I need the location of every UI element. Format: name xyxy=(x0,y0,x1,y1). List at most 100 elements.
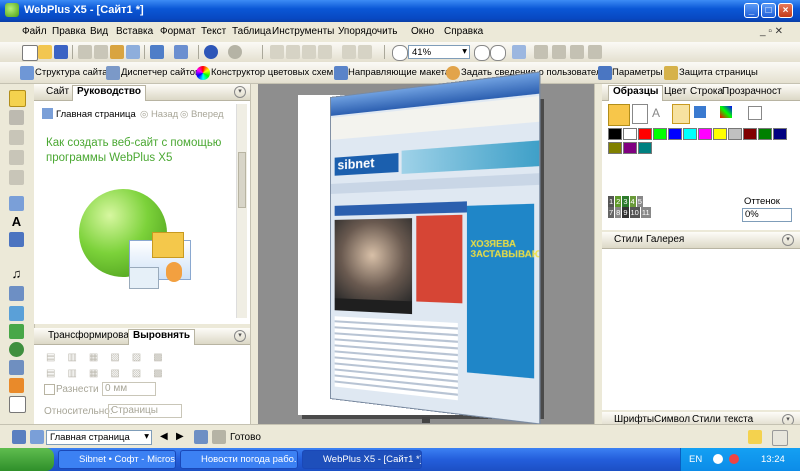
no-color-icon[interactable] xyxy=(748,106,762,120)
paste-icon[interactable] xyxy=(110,45,124,59)
color-swatch[interactable] xyxy=(638,142,652,154)
color-swatch[interactable] xyxy=(638,128,652,140)
table-tool-icon[interactable] xyxy=(9,232,24,247)
color-swatch[interactable] xyxy=(668,128,682,140)
color-swatch[interactable] xyxy=(653,128,667,140)
color-picker-icon[interactable] xyxy=(720,106,732,118)
spread-input[interactable]: 0 мм xyxy=(102,382,156,396)
tab-transparency[interactable]: Прозрачност xyxy=(718,86,786,97)
color-swatch[interactable] xyxy=(683,128,697,140)
language-indicator[interactable]: EN xyxy=(689,454,702,465)
page-width-icon[interactable] xyxy=(534,45,548,59)
layout-guides-button[interactable]: Направляющие макета xyxy=(348,67,450,78)
zoom-icon[interactable] xyxy=(392,45,408,61)
collapse-chevron-icon[interactable]: ▾ xyxy=(234,86,246,98)
howto-title[interactable]: Как создать веб-сайт с помощью программы… xyxy=(46,136,236,166)
undo-icon[interactable] xyxy=(204,45,218,59)
howto-scrollbar[interactable] xyxy=(236,104,247,318)
home-link[interactable]: Главная страница xyxy=(56,109,136,120)
menu-tools[interactable]: Инструменты xyxy=(272,26,334,37)
menu-text[interactable]: Текст xyxy=(201,26,226,37)
actual-size-icon[interactable] xyxy=(552,45,566,59)
tray-icon[interactable] xyxy=(713,454,723,464)
next-page-icon[interactable]: ▶ xyxy=(176,431,184,442)
grid-icon[interactable] xyxy=(212,430,226,444)
parameters-button[interactable]: Параметры xyxy=(612,67,663,78)
collapse-chevron-icon[interactable]: ▾ xyxy=(782,234,794,246)
zoom-tool-icon[interactable] xyxy=(9,170,24,185)
task-browser-1[interactable]: Sibnet • Софт - Micros... xyxy=(58,450,176,469)
new-icon[interactable] xyxy=(22,45,38,61)
distribute-buttons[interactable]: ▤▥▦▧▨▩ xyxy=(46,368,226,380)
color-swatch[interactable] xyxy=(608,142,622,154)
smart-object-tool-icon[interactable] xyxy=(9,324,24,339)
rss-tool-icon[interactable] xyxy=(9,378,24,393)
align-icon[interactable] xyxy=(342,45,356,59)
color-swatch[interactable] xyxy=(773,128,787,140)
publish-icon[interactable] xyxy=(174,45,188,59)
color-swatch[interactable] xyxy=(623,142,637,154)
scheme-colors[interactable]: 12345 7 8 9 10 11 xyxy=(608,196,676,218)
back-link[interactable]: ◎ Назад xyxy=(140,109,178,120)
shape-tool-icon[interactable] xyxy=(9,396,26,413)
color-scheme-button[interactable]: Конструктор цветовых схем xyxy=(211,67,333,78)
left-splitter[interactable] xyxy=(250,84,258,424)
zoom-out-icon[interactable] xyxy=(490,45,506,61)
front-icon[interactable] xyxy=(302,45,316,59)
color-swatch[interactable] xyxy=(698,128,712,140)
pages-icon[interactable] xyxy=(12,430,26,444)
menu-insert[interactable]: Вставка xyxy=(116,26,153,37)
cut-tool-icon[interactable] xyxy=(9,130,24,145)
redo-icon[interactable] xyxy=(228,45,242,59)
back-icon[interactable] xyxy=(318,45,332,59)
group-icon[interactable] xyxy=(270,45,284,59)
palette-menu-icon[interactable] xyxy=(694,106,706,118)
tray-icon[interactable] xyxy=(729,454,739,464)
minimize-button[interactable]: _ xyxy=(744,3,759,18)
page-protection-button[interactable]: Защита страницы xyxy=(679,67,758,78)
palette-icon[interactable] xyxy=(672,104,690,124)
web-object-tool-icon[interactable] xyxy=(9,342,24,357)
inserted-screenshot[interactable]: sibnet ХОЗЯЕВА ЗАСТАВЫВАЮТ xyxy=(330,71,541,425)
task-webplus[interactable]: WebPlus X5 - [Сайт1 *] xyxy=(302,450,422,469)
prev-page-icon[interactable]: ◀ xyxy=(160,431,168,442)
text-tool-icon[interactable]: A xyxy=(9,214,24,229)
page-icon[interactable] xyxy=(30,430,44,444)
tab-howto[interactable]: Руководство xyxy=(72,85,147,101)
tab-align[interactable]: Выровнять xyxy=(128,329,196,345)
menu-view[interactable]: Вид xyxy=(90,26,108,37)
color-swatch[interactable] xyxy=(623,128,637,140)
format-painter-icon[interactable] xyxy=(126,45,140,59)
media-tool-icon[interactable]: ♫ xyxy=(9,266,24,281)
full-page-icon[interactable] xyxy=(570,45,584,59)
menu-window[interactable]: Окно xyxy=(411,26,434,37)
page-icon[interactable] xyxy=(588,45,602,59)
rotate-tool-icon[interactable] xyxy=(9,110,24,125)
preview-icon[interactable] xyxy=(150,45,164,59)
color-swatch[interactable] xyxy=(758,128,772,140)
task-browser-2[interactable]: Новости погода рабо... xyxy=(180,450,298,469)
maximize-button[interactable]: □ xyxy=(761,3,776,18)
close-button[interactable]: × xyxy=(778,3,793,18)
color-swatch[interactable] xyxy=(608,128,622,140)
layout-view-icon[interactable] xyxy=(194,430,208,444)
spread-checkbox[interactable] xyxy=(44,384,55,395)
pointer-tool-icon[interactable] xyxy=(9,90,26,107)
color-swatch[interactable] xyxy=(713,128,727,140)
color-swatch[interactable] xyxy=(728,128,742,140)
distribute-icon[interactable] xyxy=(358,45,372,59)
cut-icon[interactable] xyxy=(78,45,92,59)
hotspot-tool-icon[interactable] xyxy=(9,360,24,375)
text-color-icon[interactable]: A xyxy=(652,106,660,120)
site-manager-button[interactable]: Диспетчер сайтов xyxy=(121,67,200,78)
mdi-restore-icon[interactable]: _ ▫ ✕ xyxy=(760,26,783,37)
menu-format[interactable]: Формат xyxy=(160,26,196,37)
html-tool-icon[interactable] xyxy=(9,306,24,321)
menu-help[interactable]: Справка xyxy=(444,26,483,37)
menu-edit[interactable]: Правка xyxy=(52,26,86,37)
tab-gallery[interactable]: Галерея xyxy=(642,234,688,245)
open-icon[interactable] xyxy=(38,45,52,59)
crop-tool-icon[interactable] xyxy=(9,150,24,165)
align-buttons[interactable]: ▤▥▦▧▨▩ xyxy=(46,352,226,364)
page-select[interactable]: Главная страница ▾ xyxy=(46,430,152,445)
